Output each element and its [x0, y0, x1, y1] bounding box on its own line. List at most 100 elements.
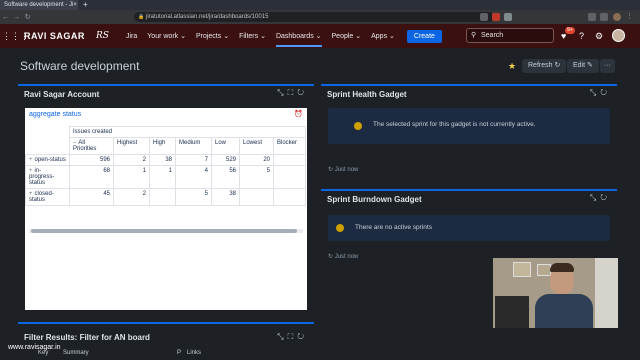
column-header-label: All Priorities [73, 140, 97, 152]
refresh-icon: ↻ [554, 62, 561, 69]
search-icon: ⚲ [471, 32, 477, 39]
close-tab-icon[interactable]: × [73, 0, 78, 10]
help-icon[interactable]: ? [579, 31, 584, 41]
menu-projects[interactable]: Projects ⌄ [196, 32, 229, 40]
lock-icon: 🔒 [138, 14, 145, 20]
profile-icon[interactable] [613, 13, 621, 21]
webcam-door [595, 258, 618, 328]
pencil-icon: ✎ [587, 62, 593, 69]
gadget-title: Ravi Sagar Account [24, 90, 100, 99]
table-row: + closed-status 45 2 5 38 [25, 188, 306, 206]
menu-apps[interactable]: Apps ⌄ [371, 32, 395, 40]
refresh-gadget-icon[interactable]: ↻ [297, 332, 308, 341]
create-button[interactable]: Create [406, 29, 442, 43]
row-header[interactable]: + open-status [25, 154, 70, 166]
table-cell: 2 [113, 154, 150, 166]
column-header-links[interactable]: Links [187, 350, 201, 356]
browser-menu-icon[interactable]: ⋮ [626, 13, 634, 21]
forward-icon[interactable]: → [11, 14, 22, 21]
gadget-tools: ⤡↻ [590, 88, 611, 98]
new-tab-button[interactable]: + [83, 0, 88, 10]
presenter-body [535, 294, 593, 328]
column-header-priority[interactable]: P [177, 350, 181, 356]
gadget-title: Sprint Burndown Gadget [327, 195, 422, 204]
menu-filters[interactable]: Filters ⌄ [239, 32, 266, 40]
table-row: + open-status 596 2 38 7 529 20 [25, 154, 306, 166]
table-cell: 2 [113, 188, 150, 206]
address-bar[interactable]: 🔒 jiratutorial.atlassian.net/jira/dashbo… [134, 12, 494, 22]
settings-gear-icon[interactable]: ⚙ [595, 31, 603, 41]
column-header[interactable]: High [149, 137, 176, 155]
minimize-icon[interactable]: ⤡ [277, 332, 287, 341]
webcam-chair [495, 296, 529, 328]
webcam-overlay [493, 258, 618, 328]
brand-name[interactable]: RAVI SAGAR [24, 31, 102, 41]
timestamp-text: Just now [334, 167, 359, 173]
table-row: + in-progress-status 68 1 1 4 56 5 [25, 165, 306, 189]
column-header[interactable]: Lowest [239, 137, 274, 155]
horizontal-scrollbar[interactable] [29, 229, 303, 233]
extension-icon[interactable] [600, 13, 608, 21]
column-header[interactable]: Low [211, 137, 240, 155]
star-icon[interactable]: ★ [508, 61, 516, 72]
info-message-text: The selected sprint for this gadget is n… [373, 121, 536, 128]
refresh-button[interactable]: Refresh ↻ [522, 59, 567, 73]
refresh-gadget-icon[interactable]: ↻ [297, 88, 308, 97]
alarm-clock-icon[interactable]: ⏰ [294, 110, 303, 118]
watermark: www.ravisagar.in [8, 344, 61, 351]
maximize-icon[interactable]: ⛶ [288, 332, 298, 341]
minimize-icon[interactable]: ⤡ [277, 88, 287, 97]
table-cell [273, 154, 306, 166]
column-header[interactable]: – All Priorities [69, 137, 114, 155]
table-cell: 1 [113, 165, 150, 189]
extension-icon[interactable] [492, 13, 500, 21]
report-title[interactable]: aggregate status [29, 111, 81, 118]
table-cell: 38 [211, 188, 240, 206]
notification-badge: 9+ [565, 27, 575, 34]
minimize-icon[interactable]: ⤡ [590, 88, 600, 97]
app-switcher-icon[interactable]: ⋮⋮⋮ [2, 31, 29, 42]
table-cell [239, 188, 274, 206]
extension-icon[interactable] [480, 13, 488, 21]
user-avatar[interactable] [612, 29, 625, 42]
sprint-health-gadget: Sprint Health Gadget ⤡↻ The selected spr… [321, 84, 617, 184]
scrollbar-thumb[interactable] [31, 229, 297, 233]
brand-logo: RS [96, 31, 109, 41]
refresh-timestamp: ↻ Just now [328, 254, 359, 260]
table-cell: 20 [239, 154, 274, 166]
gadget-tools: ⤡↻ [590, 193, 611, 203]
extension-icon[interactable] [588, 13, 596, 21]
table-cell: 529 [211, 154, 240, 166]
row-header[interactable]: + closed-status [25, 188, 70, 206]
table-corner [26, 127, 70, 138]
edit-button[interactable]: Edit ✎ [567, 59, 599, 73]
column-header-summary[interactable]: Summary [63, 350, 89, 356]
extension-icon[interactable] [504, 13, 512, 21]
aggregate-status-report: aggregate status ⏰ Issues created – All P… [25, 108, 307, 310]
menu-people[interactable]: People ⌄ [332, 32, 362, 40]
gadget-tools: ⤡⛶↻ [277, 88, 308, 98]
gadget-title: Filter Results: Filter for AN board [24, 333, 150, 342]
browser-tab[interactable]: Software development - Ji × [0, 0, 78, 10]
menu-dashboards[interactable]: Dashboards ⌄ [275, 32, 322, 47]
maximize-icon[interactable]: ⛶ [288, 88, 298, 97]
column-header[interactable]: Highest [113, 137, 150, 155]
table-cell: 45 [69, 188, 114, 206]
table-cell: 596 [69, 154, 114, 166]
back-icon[interactable]: ← [0, 14, 11, 21]
refresh-gadget-icon[interactable]: ↻ [600, 193, 611, 202]
table-cell: 56 [211, 165, 240, 189]
refresh-gadget-icon[interactable]: ↻ [600, 88, 611, 97]
column-header[interactable]: Blocker [273, 137, 306, 155]
search-input[interactable]: ⚲ Search [466, 28, 554, 43]
table-cell: 38 [149, 154, 176, 166]
group-header: Issues created [69, 126, 306, 138]
more-actions-button[interactable]: ··· [600, 59, 615, 73]
table-cell: 5 [175, 188, 212, 206]
product-jira[interactable]: Jira [126, 33, 137, 40]
column-header[interactable]: Medium [175, 137, 212, 155]
reload-icon[interactable]: ↻ [22, 13, 33, 21]
menu-your-work[interactable]: Your work ⌄ [147, 32, 186, 40]
minimize-icon[interactable]: ⤡ [590, 193, 600, 202]
row-header[interactable]: + in-progress-status [25, 165, 70, 189]
